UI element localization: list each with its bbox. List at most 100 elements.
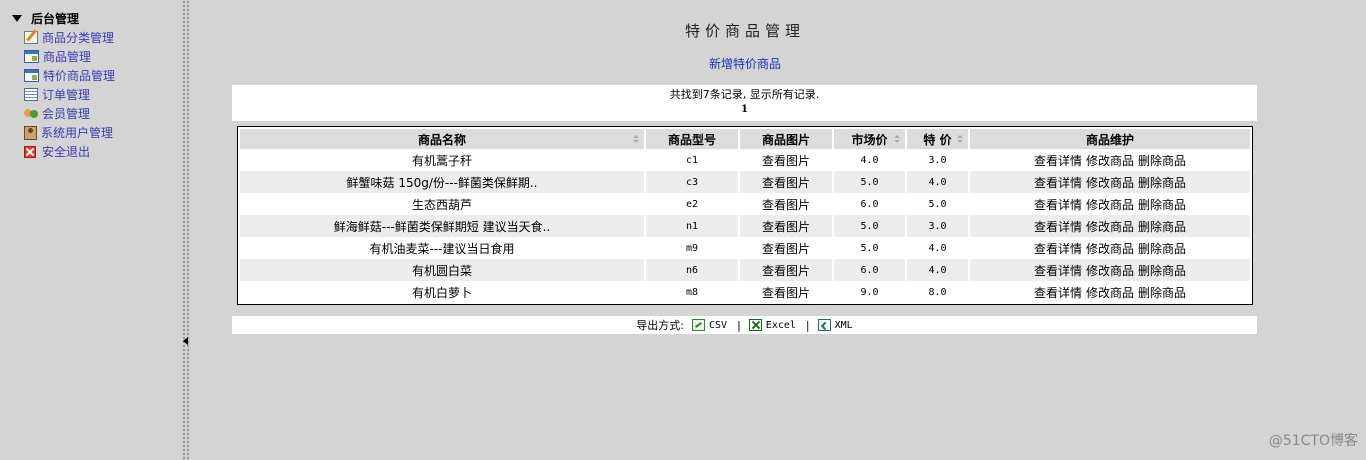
edit-product-link[interactable]: 修改商品 [1086,286,1134,300]
page-number[interactable]: 1 [232,102,1257,118]
admin-user-icon [24,125,37,140]
cell-actions: 查看详情 修改商品 删除商品 [970,237,1250,259]
view-details-link[interactable]: 查看详情 [1034,176,1082,190]
column-header-model: 商品型号 [646,129,740,149]
view-details-link[interactable]: 查看详情 [1034,154,1082,168]
view-image-link[interactable]: 查看图片 [740,237,834,259]
column-header-special-price[interactable]: 特 价 [907,129,970,149]
sort-icon[interactable] [957,135,963,144]
delete-product-link[interactable]: 删除商品 [1138,242,1186,256]
edit-icon [24,31,38,44]
edit-product-link[interactable]: 修改商品 [1086,154,1134,168]
cell-market-price: 6.0 [834,193,907,215]
sidebar-item-system-user-management[interactable]: 系统用户管理 [24,123,115,142]
list-icon [24,88,38,101]
window-icon [24,69,39,82]
table-header-row: 商品名称 商品型号 商品图片 市场价 特 价 商品维护 [240,129,1250,149]
nav-list: 商品分类管理 商品管理 特价商品管理 订单管理 会员管理 系统用户管理 安全退出 [24,28,115,161]
view-image-link[interactable]: 查看图片 [740,259,834,281]
view-image-link[interactable]: 查看图片 [740,149,834,171]
column-header-label: 商品维护 [1085,132,1134,147]
cell-model: n1 [646,215,740,237]
column-header-market-price[interactable]: 市场价 [834,129,907,149]
sidebar-item-order-management[interactable]: 订单管理 [24,85,115,104]
add-special-product-link[interactable]: 新增特价商品 [191,55,1299,72]
main-content: 特价商品管理 新增特价商品 共找到7条记录, 显示所有记录. 1 商品名称 商品… [191,0,1366,460]
sidebar-item-logout[interactable]: 安全退出 [24,142,115,161]
sidebar-item-label[interactable]: 订单管理 [42,86,90,103]
edit-product-link[interactable]: 修改商品 [1086,220,1134,234]
cell-market-price: 6.0 [834,259,907,281]
cell-market-price: 4.0 [834,149,907,171]
cell-model: e2 [646,193,740,215]
cell-market-price: 5.0 [834,215,907,237]
cell-market-price: 5.0 [834,171,907,193]
window-icon [24,50,39,63]
record-count-text: 共找到7条记录, 显示所有记录. [669,88,820,101]
exit-icon [24,145,36,158]
sidebar-item-special-product-management[interactable]: 特价商品管理 [24,66,115,85]
view-details-link[interactable]: 查看详情 [1034,220,1082,234]
column-header-label: 市场价 [851,132,888,147]
delete-product-link[interactable]: 删除商品 [1138,176,1186,190]
cell-special-price: 4.0 [907,259,970,281]
view-image-link[interactable]: 查看图片 [740,281,834,303]
frame-splitter[interactable] [182,0,191,460]
view-image-link[interactable]: 查看图片 [740,215,834,237]
delete-product-link[interactable]: 删除商品 [1138,286,1186,300]
cell-name: 鲜海鲜菇---鲜菌类保鲜期短 建议当天食.. [240,215,646,237]
sort-icon[interactable] [633,135,639,144]
cell-market-price: 9.0 [834,281,907,303]
column-header-label: 商品图片 [761,132,810,147]
sidebar-item-label[interactable]: 系统用户管理 [41,124,113,141]
export-xml-link[interactable]: XML [817,319,853,331]
sidebar-item-label[interactable]: 安全退出 [42,143,90,160]
sort-icon[interactable] [894,135,900,144]
sidebar-item-product-management[interactable]: 商品管理 [24,47,115,66]
export-csv-link[interactable]: CSV [692,319,727,331]
view-details-link[interactable]: 查看详情 [1034,242,1082,256]
column-header-label: 商品名称 [417,132,466,147]
delete-product-link[interactable]: 删除商品 [1138,264,1186,278]
sidebar-item-label[interactable]: 特价商品管理 [43,67,115,84]
sidebar-item-label[interactable]: 会员管理 [42,105,90,122]
view-details-link[interactable]: 查看详情 [1034,198,1082,212]
product-table: 商品名称 商品型号 商品图片 市场价 特 价 商品维护 有机蒿子秆 c1 查看图片 4… [240,129,1250,303]
export-excel-link[interactable]: Excel [748,319,796,331]
delete-product-link[interactable]: 删除商品 [1138,198,1186,212]
edit-product-link[interactable]: 修改商品 [1086,198,1134,212]
export-xml-label: XML [834,319,853,331]
delete-product-link[interactable]: 删除商品 [1138,154,1186,168]
cell-special-price: 4.0 [907,237,970,259]
expand-triangle-icon[interactable] [12,14,22,22]
cell-model: c3 [646,171,740,193]
view-image-link[interactable]: 查看图片 [740,193,834,215]
cell-name: 有机蒿子秆 [240,149,646,171]
cell-actions: 查看详情 修改商品 删除商品 [970,215,1250,237]
tree-root[interactable]: 后台管理 [12,10,79,26]
edit-product-link[interactable]: 修改商品 [1086,264,1134,278]
table-row: 有机油麦菜---建议当日食用 m9 查看图片 5.0 4.0 查看详情 修改商品 删除商品 [240,237,1250,259]
table-row: 生态西葫芦 e2 查看图片 6.0 5.0 查看详情 修改商品 删除商品 [240,193,1250,215]
delete-product-link[interactable]: 删除商品 [1138,220,1186,234]
cell-actions: 查看详情 修改商品 删除商品 [970,259,1250,281]
sidebar-item-member-management[interactable]: 会员管理 [24,104,115,123]
sidebar-item-label[interactable]: 商品分类管理 [42,29,114,46]
view-details-link[interactable]: 查看详情 [1034,286,1082,300]
column-header-image: 商品图片 [740,129,834,149]
cell-name: 有机圆白菜 [240,259,646,281]
view-image-link[interactable]: 查看图片 [740,171,834,193]
table-row: 有机蒿子秆 c1 查看图片 4.0 3.0 查看详情 修改商品 删除商品 [240,149,1250,171]
edit-product-link[interactable]: 修改商品 [1086,242,1134,256]
sidebar-item-category-management[interactable]: 商品分类管理 [24,28,115,47]
sidebar-item-label[interactable]: 商品管理 [43,48,91,65]
cell-model: m9 [646,237,740,259]
collapse-left-icon[interactable] [183,337,188,345]
column-header-name[interactable]: 商品名称 [240,129,646,149]
sidebar: 后台管理 商品分类管理 商品管理 特价商品管理 订单管理 会员管理 系统用户管理 [0,0,182,460]
export-bar: 导出方式: CSV | Excel | XML [232,316,1257,334]
view-details-link[interactable]: 查看详情 [1034,264,1082,278]
edit-product-link[interactable]: 修改商品 [1086,176,1134,190]
cell-actions: 查看详情 修改商品 删除商品 [970,193,1250,215]
cell-name: 鲜蟹味菇 150g/份---鲜菌类保鲜期.. [240,171,646,193]
